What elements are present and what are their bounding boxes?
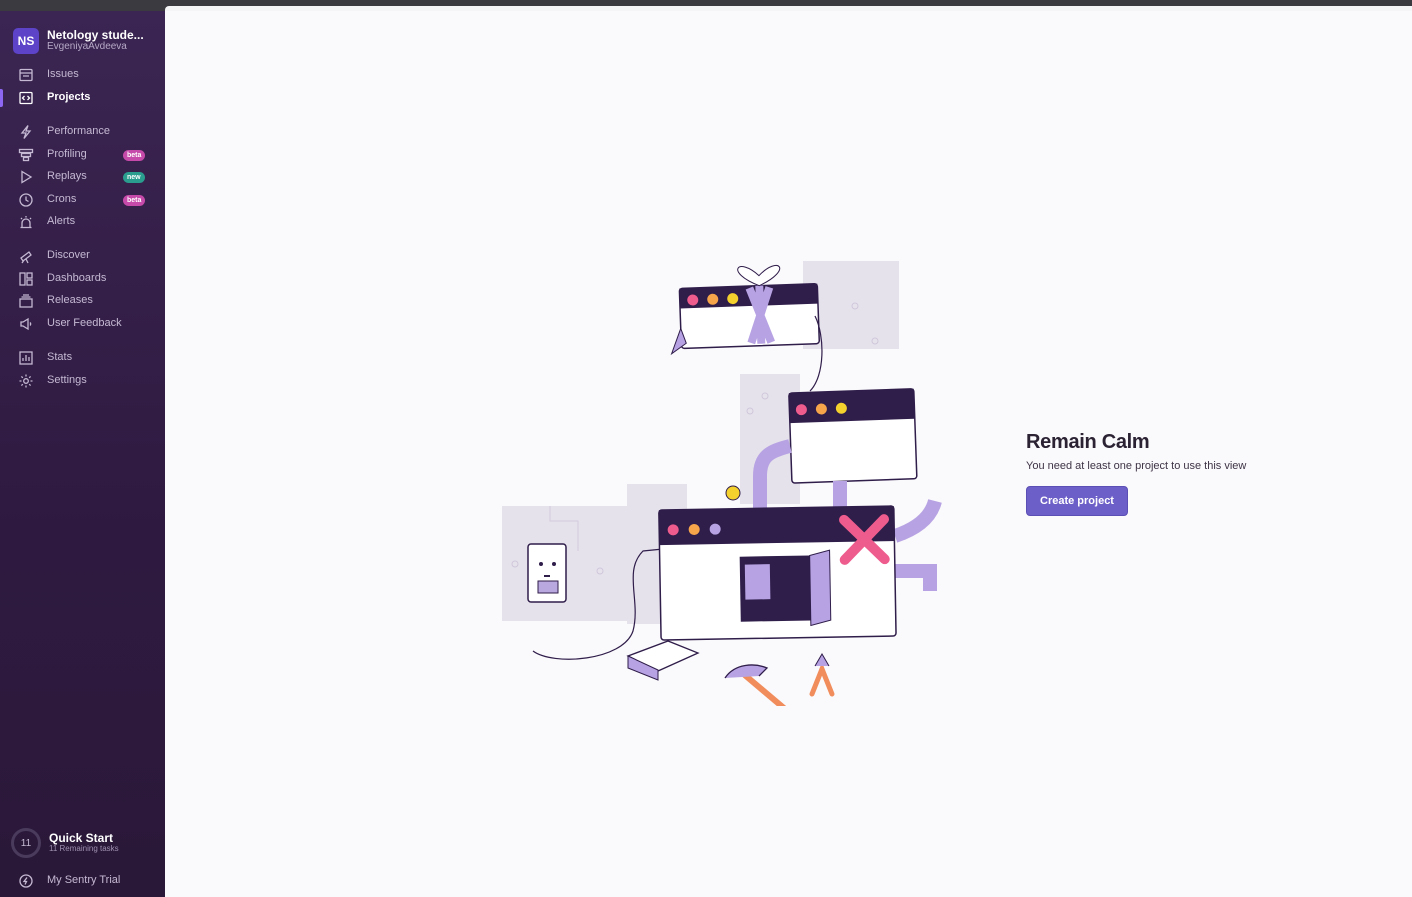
sidebar-item-discover[interactable]: Discover (0, 245, 165, 267)
sidebar-item-dashboards[interactable]: Dashboards (0, 268, 165, 290)
sentry-trial-link[interactable]: My Sentry Trial (0, 869, 165, 891)
sidebar-item-stats[interactable]: Stats (0, 347, 165, 369)
telescope-icon (18, 248, 34, 264)
play-icon (18, 169, 34, 185)
sidebar-item-label: Discover (47, 249, 90, 261)
sidebar-item-replays[interactable]: Replays new (0, 166, 165, 188)
sidebar-item-label: Replays (47, 170, 87, 182)
main-content: Remain Calm You need at least one projec… (165, 11, 1412, 897)
projects-icon (18, 90, 34, 106)
sidebar-item-label: Profiling (47, 148, 87, 160)
siren-icon (18, 214, 34, 230)
clock-icon (18, 192, 34, 208)
sidebar-item-label: Performance (47, 125, 110, 137)
megaphone-icon (18, 316, 34, 332)
trial-label: My Sentry Trial (47, 874, 121, 886)
quick-start-subtitle: 11 Remaining tasks (49, 844, 119, 854)
quick-start-progress: 11 (11, 828, 41, 858)
beta-badge: beta (123, 195, 146, 206)
sidebar-item-user-feedback[interactable]: User Feedback (0, 313, 165, 335)
sidebar-item-label: Projects (47, 91, 91, 103)
gear-icon (18, 373, 34, 389)
sidebar-item-label: Settings (47, 374, 87, 386)
lightning-icon (18, 124, 34, 140)
lightning-circle-icon (18, 873, 34, 889)
issues-icon (18, 67, 34, 83)
dashboard-icon (18, 271, 34, 287)
broken-computers-illustration (502, 261, 942, 706)
sidebar-item-label: Stats (47, 351, 73, 363)
sidebar-item-label: Alerts (47, 215, 76, 227)
create-project-button[interactable]: Create project (1026, 486, 1128, 516)
sidebar-item-settings[interactable]: Settings (0, 370, 165, 392)
sidebar-item-label: User Feedback (47, 317, 122, 329)
profiling-icon (18, 147, 34, 163)
sidebar-item-alerts[interactable]: Alerts (0, 211, 165, 233)
sidebar-item-label: Dashboards (47, 272, 107, 284)
releases-icon (18, 293, 34, 309)
org-switcher[interactable]: NS Netology stude... EvgeniyaAvdeeva (13, 28, 144, 54)
sidebar-item-releases[interactable]: Releases (0, 290, 165, 312)
sidebar-item-profiling[interactable]: Profiling beta (0, 144, 165, 166)
sidebar-item-label: Releases (47, 294, 93, 306)
new-badge: new (123, 172, 145, 183)
stats-icon (18, 350, 34, 366)
sidebar: NS Netology stude... EvgeniyaAvdeeva Iss… (0, 11, 165, 897)
user-name: EvgeniyaAvdeeva (47, 41, 127, 53)
empty-state: Remain Calm You need at least one projec… (1026, 431, 1246, 516)
empty-state-message: You need at least one project to use thi… (1026, 460, 1247, 472)
beta-badge: beta (123, 150, 146, 161)
sidebar-item-issues[interactable]: Issues (0, 64, 165, 86)
browser-top-bar (0, 0, 1412, 11)
org-avatar: NS (13, 28, 39, 54)
sidebar-item-crons[interactable]: Crons beta (0, 189, 165, 211)
empty-state-title: Remain Calm (1026, 431, 1150, 453)
sidebar-item-label: Issues (47, 68, 79, 80)
sidebar-item-projects[interactable]: Projects (0, 87, 165, 109)
quick-start[interactable]: 11 Quick Start 11 Remaining tasks (11, 828, 119, 858)
sidebar-item-performance[interactable]: Performance (0, 121, 165, 143)
sidebar-item-label: Crons (47, 193, 77, 205)
